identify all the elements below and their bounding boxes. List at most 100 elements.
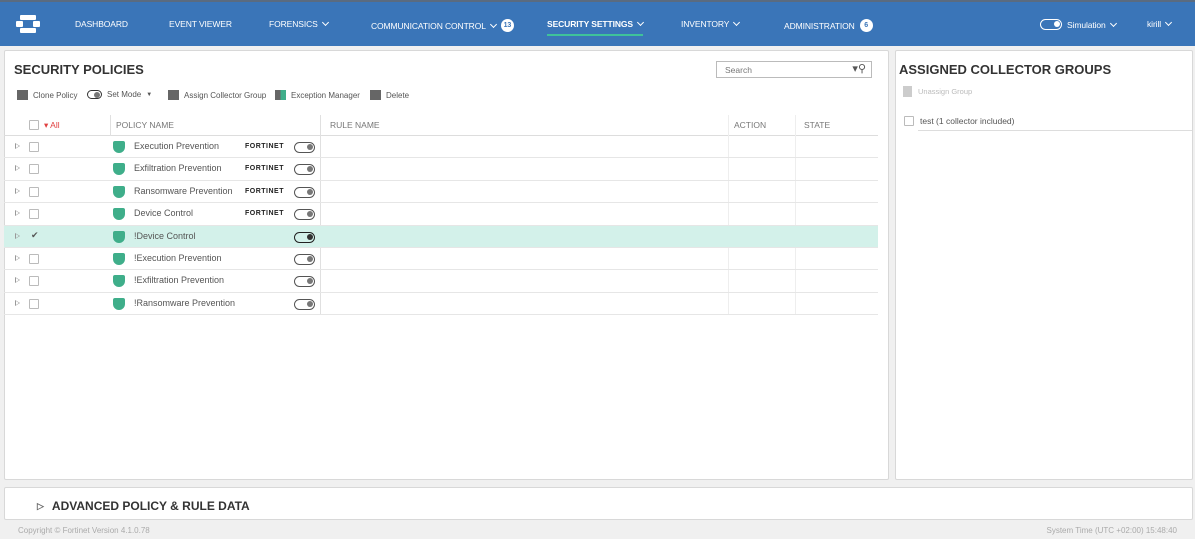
- expand-icon[interactable]: [15, 277, 20, 284]
- policy-toggle[interactable]: [294, 209, 315, 221]
- nav-label: INVENTORY: [681, 19, 730, 29]
- policy-toggle[interactable]: [294, 231, 315, 243]
- nav-inventory[interactable]: INVENTORY: [681, 18, 741, 29]
- nav-administration[interactable]: ADMINISTRATION 6: [784, 19, 873, 32]
- chevron-down-icon: [636, 18, 645, 27]
- group-item[interactable]: test (1 collector included): [920, 116, 1015, 126]
- table-row[interactable]: Execution Prevention FORTINET: [4, 136, 878, 159]
- policy-name: Execution Prevention: [134, 141, 220, 151]
- chevron-down-icon: [321, 18, 329, 27]
- user-name: kirill: [1147, 19, 1162, 29]
- policy-name: !Ransomware Prevention: [134, 297, 236, 308]
- clone-policy-button[interactable]: Clone Policy: [17, 90, 77, 100]
- column-rule-name[interactable]: RULE NAME: [330, 120, 380, 130]
- system-time: System Time (UTC +02:00) 15:48:40: [1046, 526, 1178, 535]
- table-row[interactable]: ✔ !Device Control: [4, 225, 878, 248]
- column-policy-name[interactable]: POLICY NAME: [116, 120, 174, 130]
- unassign-group-button[interactable]: Unassign Group: [903, 86, 972, 97]
- search-input[interactable]: Search ▾⚲: [716, 61, 872, 78]
- all-filter[interactable]: ▾ All: [44, 120, 60, 131]
- usb-icon: [113, 208, 125, 221]
- exfiltration-icon: [113, 275, 125, 288]
- assign-collector-group-button[interactable]: Assign Collector Group: [168, 90, 266, 100]
- check-icon[interactable]: ✔: [31, 230, 39, 241]
- table-row[interactable]: !Ransomware Prevention: [4, 293, 878, 316]
- user-menu[interactable]: kirill: [1147, 18, 1173, 29]
- lock-icon: [113, 297, 125, 310]
- set-mode-button[interactable]: Set Mode ▼: [87, 90, 152, 99]
- delete-button[interactable]: Delete: [370, 90, 409, 100]
- nav-event-viewer[interactable]: EVENT VIEWER: [169, 19, 232, 29]
- nav-forensics[interactable]: FORENSICS: [269, 18, 329, 29]
- expand-icon[interactable]: [15, 143, 20, 149]
- policy-toggle[interactable]: [294, 164, 315, 176]
- policy-name: Device Control: [134, 208, 194, 219]
- row-checkbox[interactable]: [29, 164, 39, 175]
- table-row[interactable]: Device Control FORTINET: [4, 203, 878, 226]
- vendor-logo: FORTINET: [245, 210, 284, 218]
- exception-icon: [275, 90, 286, 100]
- expand-icon[interactable]: [15, 187, 20, 194]
- table-row[interactable]: !Exfiltration Prevention: [4, 270, 878, 293]
- expand-icon[interactable]: [15, 255, 20, 261]
- row-checkbox[interactable]: [29, 254, 39, 264]
- table-row[interactable]: Ransomware Prevention FORTINET: [4, 181, 878, 204]
- row-checkbox[interactable]: [29, 142, 39, 152]
- row-checkbox[interactable]: [29, 276, 39, 287]
- policy-toggle[interactable]: [294, 276, 315, 288]
- count-badge: 13: [500, 19, 514, 32]
- policy-name: !Execution Prevention: [134, 253, 222, 263]
- policy-toggle[interactable]: [294, 142, 315, 153]
- chevron-down-icon: [1165, 18, 1173, 27]
- label: Delete: [386, 90, 410, 100]
- nav-dashboard[interactable]: DASHBOARD: [75, 19, 128, 29]
- chevron-down-icon: [733, 18, 741, 27]
- select-all-checkbox[interactable]: [29, 120, 39, 130]
- copyright: Copyright © Fortinet Version 4.1.0.78: [18, 526, 150, 535]
- expand-icon[interactable]: [15, 232, 20, 239]
- policy-name: Ransomware Prevention: [134, 185, 233, 196]
- row-checkbox[interactable]: [29, 186, 39, 197]
- advanced-toggle[interactable]: ▷ ADVANCED POLICY & RULE DATA: [37, 499, 250, 513]
- policy-toggle[interactable]: [294, 186, 315, 198]
- column-state[interactable]: STATE: [804, 120, 830, 130]
- policy-name: !Device Control: [134, 230, 196, 241]
- vendor-logo: FORTINET: [245, 143, 284, 150]
- nav-label: SECURITY SETTINGS: [547, 19, 633, 29]
- policy-name: !Exfiltration Prevention: [134, 275, 225, 286]
- toggle-icon: [1040, 19, 1062, 30]
- toggle-icon: [87, 90, 102, 99]
- exception-manager-button[interactable]: Exception Manager: [275, 90, 360, 100]
- row-checkbox[interactable]: [29, 298, 39, 309]
- search-placeholder: Search: [725, 65, 752, 75]
- all-label: All: [50, 120, 60, 130]
- collector-groups-panel: [895, 50, 1193, 480]
- caret-down-icon: ▼: [146, 91, 153, 98]
- label: Set Mode: [107, 90, 142, 99]
- nav-security-settings[interactable]: SECURITY SETTINGS: [547, 18, 645, 36]
- nav-communication-control[interactable]: COMMUNICATION CONTROL 13: [371, 19, 514, 32]
- chevron-down-icon: [1109, 19, 1117, 27]
- row-checkbox[interactable]: [29, 209, 39, 220]
- table-row[interactable]: !Execution Prevention: [4, 248, 878, 271]
- simulation-label: Simulation: [1067, 19, 1106, 30]
- nav-label: FORENSICS: [269, 19, 318, 29]
- expand-icon[interactable]: [15, 165, 20, 172]
- policy-toggle[interactable]: [294, 254, 315, 265]
- table-row[interactable]: Exfiltration Prevention FORTINET: [4, 158, 878, 181]
- expand-icon[interactable]: [15, 299, 20, 306]
- search-icon[interactable]: ▾⚲: [852, 62, 866, 75]
- page-title: SECURITY POLICIES: [14, 62, 144, 77]
- fortinet-logo-icon[interactable]: [16, 15, 40, 33]
- policy-toggle[interactable]: [294, 298, 315, 310]
- usb-icon: [113, 230, 125, 243]
- lock-icon: [113, 185, 125, 198]
- chevron-down-icon: [489, 20, 497, 28]
- group-checkbox[interactable]: [904, 116, 914, 126]
- column-action[interactable]: ACTION: [734, 120, 766, 130]
- vendor-logo: FORTINET: [245, 187, 284, 195]
- simulation-toggle[interactable]: Simulation: [1040, 19, 1117, 30]
- expand-icon[interactable]: [15, 210, 20, 217]
- clone-icon: [17, 90, 28, 100]
- count-badge: 6: [859, 19, 873, 32]
